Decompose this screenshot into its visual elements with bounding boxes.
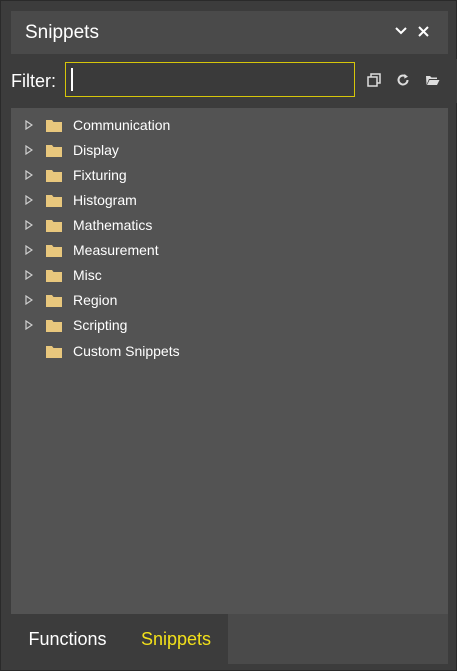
tree-item-histogram[interactable]: Histogram bbox=[11, 188, 448, 212]
refresh-icon[interactable] bbox=[394, 71, 412, 89]
close-icon[interactable] bbox=[412, 19, 434, 43]
filter-input[interactable] bbox=[65, 62, 355, 97]
expand-arrow-icon[interactable] bbox=[25, 120, 33, 130]
folder-icon bbox=[46, 270, 62, 282]
snippets-tree[interactable]: Communication Display Fixturing Histogra… bbox=[11, 108, 448, 614]
tree-item-custom-snippets[interactable]: Custom Snippets bbox=[11, 339, 448, 363]
expand-arrow-icon[interactable] bbox=[25, 320, 33, 330]
tree-item-mathematics[interactable]: Mathematics bbox=[11, 213, 448, 237]
tree-item-label: Histogram bbox=[73, 192, 137, 208]
expand-arrow-icon[interactable] bbox=[25, 220, 33, 230]
tree-item-communication[interactable]: Communication bbox=[11, 113, 448, 137]
folder-icon bbox=[46, 245, 62, 257]
folder-icon bbox=[46, 195, 62, 207]
tree-item-misc[interactable]: Misc bbox=[11, 263, 448, 287]
folder-icon bbox=[46, 145, 62, 157]
expand-arrow-icon[interactable] bbox=[25, 170, 33, 180]
tree-item-label: Fixturing bbox=[73, 167, 127, 183]
expand-arrow-icon[interactable] bbox=[25, 245, 33, 255]
filter-label: Filter: bbox=[11, 71, 56, 91]
folder-icon bbox=[46, 295, 62, 307]
tree-item-label: Scripting bbox=[73, 317, 128, 333]
tree-item-label: Measurement bbox=[73, 242, 159, 258]
folder-icon bbox=[46, 346, 62, 358]
tree-item-label: Mathematics bbox=[73, 217, 153, 233]
tree-item-scripting[interactable]: Scripting bbox=[11, 313, 448, 337]
tree-item-region[interactable]: Region bbox=[11, 288, 448, 312]
expand-arrow-icon[interactable] bbox=[25, 270, 33, 280]
bottom-tab-bar: Functions Snippets bbox=[11, 614, 448, 664]
tree-item-measurement[interactable]: Measurement bbox=[11, 238, 448, 262]
open-folder-icon[interactable] bbox=[423, 71, 441, 89]
folder-icon bbox=[46, 170, 62, 182]
tree-item-fixturing[interactable]: Fixturing bbox=[11, 163, 448, 187]
text-cursor bbox=[71, 68, 73, 91]
tab-snippets[interactable]: Snippets bbox=[124, 614, 228, 664]
filter-bar: Filter: bbox=[1, 59, 457, 103]
tab-functions[interactable]: Functions bbox=[11, 614, 124, 664]
expand-arrow-icon[interactable] bbox=[25, 195, 33, 205]
tree-item-label: Communication bbox=[73, 117, 171, 133]
snippets-panel: Snippets Filter: Communication Display F… bbox=[0, 0, 457, 671]
tree-item-label: Misc bbox=[73, 267, 102, 283]
tree-item-display[interactable]: Display bbox=[11, 138, 448, 162]
chevron-down-icon[interactable] bbox=[390, 19, 412, 43]
expand-arrow-icon[interactable] bbox=[25, 295, 33, 305]
tree-item-label: Display bbox=[73, 142, 119, 158]
panel-title: Snippets bbox=[25, 22, 99, 43]
panel-title-bar: Snippets bbox=[11, 11, 448, 54]
copy-icon[interactable] bbox=[365, 71, 383, 89]
expand-arrow-icon[interactable] bbox=[25, 145, 33, 155]
folder-icon bbox=[46, 120, 62, 132]
tree-item-label: Custom Snippets bbox=[73, 343, 180, 359]
tree-item-label: Region bbox=[73, 292, 118, 308]
folder-icon bbox=[46, 220, 62, 232]
folder-icon bbox=[46, 320, 62, 332]
